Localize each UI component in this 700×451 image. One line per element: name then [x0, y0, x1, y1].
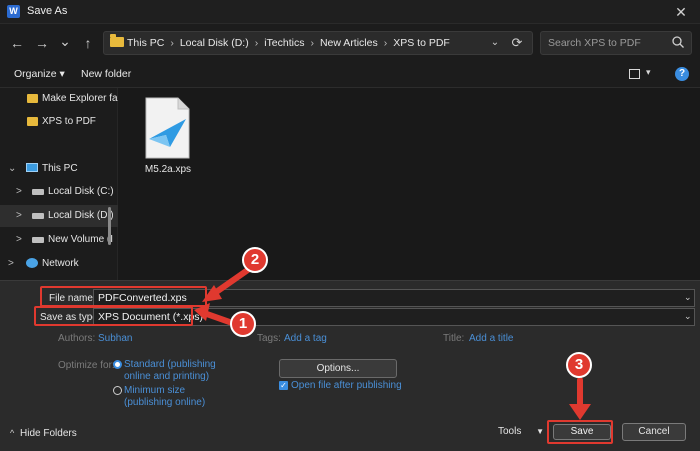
step-1-badge: 1 [230, 311, 256, 337]
standard-option-label[interactable]: Standard (publishing [124, 359, 216, 370]
sidebar-item-network[interactable]: > Network [0, 253, 118, 275]
hide-folders-label: Hide Folders [20, 428, 77, 439]
minimum-size-option-label-line2[interactable]: (publishing online) [124, 397, 205, 408]
folder-icon [27, 117, 38, 126]
sidebar-item-local-disk-d[interactable]: > Local Disk (D:) [0, 205, 118, 227]
breadcrumb-local-disk-d[interactable]: Local Disk (D:) [180, 37, 249, 49]
title-label: Title: [443, 333, 465, 344]
chevron-up-icon: ^ [10, 428, 15, 438]
chevron-down-icon[interactable]: ⌄ [684, 292, 692, 303]
open-after-publishing-checkbox[interactable]: ✓ [279, 381, 288, 390]
sidebar-item-label: New Volume (I [48, 234, 114, 245]
file-list [119, 88, 700, 280]
up-arrow-icon[interactable]: ↑ [79, 34, 97, 52]
chevron-right-icon[interactable]: > [16, 186, 22, 197]
forward-arrow-icon[interactable]: → [33, 34, 51, 52]
word-app-icon: W [7, 5, 20, 18]
drive-icon [32, 213, 44, 219]
minimum-size-radio[interactable] [113, 386, 122, 395]
minimum-size-option-label[interactable]: Minimum size [124, 385, 185, 396]
add-tag-link[interactable]: Add a tag [284, 333, 327, 344]
breadcrumb-itechtics[interactable]: iTechtics [264, 37, 304, 49]
sidebar-item-label: Make Explorer fa [42, 93, 118, 104]
standard-radio[interactable] [113, 360, 122, 369]
sidebar-item-this-pc[interactable]: ⌄ This PC [0, 158, 118, 180]
sidebar-item-xps-to-pdf[interactable]: XPS to PDF [0, 111, 118, 133]
chevron-right-icon[interactable]: > [16, 234, 22, 245]
sidebar-item-label: This PC [42, 163, 78, 174]
chevron-right-icon[interactable]: › [255, 37, 259, 49]
hide-folders-toggle[interactable]: ^ Hide Folders [10, 428, 77, 439]
change-view-button[interactable]: ▾ [627, 67, 657, 82]
breadcrumb-new-articles[interactable]: New Articles [320, 37, 378, 49]
network-icon [26, 258, 38, 268]
organize-menu[interactable]: Organize ▾ [14, 68, 65, 80]
authors-value[interactable]: Subhan [98, 333, 132, 344]
file-name-label: M5.2a.xps [144, 164, 192, 175]
standard-option-label-line2[interactable]: online and printing) [124, 371, 209, 382]
chevron-right-icon[interactable]: › [384, 37, 388, 49]
step-3-badge: 3 [566, 352, 592, 378]
options-button[interactable]: Options... [279, 359, 397, 378]
address-dropdown-icon[interactable]: ⌄ [487, 35, 503, 51]
folder-icon [110, 34, 124, 47]
tools-dropdown-icon: ▼ [536, 427, 545, 436]
search-icon[interactable] [671, 35, 685, 49]
tools-menu[interactable]: Tools ▼ [498, 426, 544, 437]
window-title: Save As [27, 5, 68, 17]
breadcrumb: This PC › Local Disk (D:) › iTechtics › New… [127, 37, 450, 49]
chevron-right-icon[interactable]: › [170, 37, 174, 49]
sidebar-item-label: XPS to PDF [42, 116, 96, 127]
pc-icon [26, 163, 38, 172]
chevron-down-icon[interactable]: ⌄ [8, 163, 16, 174]
close-button[interactable]: ✕ [669, 3, 693, 21]
view-icon [629, 69, 640, 79]
navigation-pane-scrollbar[interactable] [108, 207, 111, 245]
chevron-right-icon[interactable]: › [310, 37, 314, 49]
drive-icon [32, 189, 44, 195]
add-title-link[interactable]: Add a title [469, 333, 513, 344]
back-arrow-icon[interactable]: ← [8, 34, 26, 52]
drive-icon [32, 237, 44, 243]
tools-label: Tools [498, 426, 522, 437]
chevron-right-icon[interactable]: > [8, 258, 14, 269]
help-icon[interactable]: ? [675, 67, 689, 81]
title-bar [0, 0, 700, 24]
refresh-icon[interactable]: ⟳ [508, 34, 526, 52]
chevron-right-icon[interactable]: > [16, 210, 22, 221]
save-type-highlight-box [34, 306, 193, 326]
breadcrumb-xps-to-pdf[interactable]: XPS to PDF [393, 37, 450, 49]
new-folder-button[interactable]: New folder [81, 68, 131, 80]
chevron-down-icon[interactable]: ⌄ [684, 311, 692, 322]
breadcrumb-this-pc[interactable]: This PC [127, 37, 164, 49]
sidebar-item-make-explorer-fast[interactable]: Make Explorer fa [0, 88, 118, 110]
sidebar-item-label: Local Disk (C:) [48, 186, 114, 197]
recent-locations-chevron-icon[interactable]: ⌄ [56, 32, 74, 50]
sidebar-item-label: Network [42, 258, 79, 269]
step-2-badge: 2 [242, 247, 268, 273]
view-options-chevron-icon: ▾ [646, 67, 651, 77]
xps-document-icon [145, 97, 190, 159]
open-after-publishing-label[interactable]: Open file after publishing [291, 380, 402, 391]
sidebar-item-new-volume[interactable]: > New Volume (I [0, 229, 118, 251]
cancel-button[interactable]: Cancel [622, 423, 686, 441]
folder-icon [27, 94, 38, 103]
authors-label: Authors: [58, 333, 96, 344]
save-button-highlight-box [547, 420, 613, 444]
save-annotation-arrow [569, 378, 591, 420]
sidebar-item-local-disk-c[interactable]: > Local Disk (C:) [0, 181, 118, 203]
sidebar-item-label: Local Disk (D:) [48, 210, 114, 221]
optimize-for-label: Optimize for: [58, 360, 115, 371]
search-input[interactable] [548, 36, 668, 50]
